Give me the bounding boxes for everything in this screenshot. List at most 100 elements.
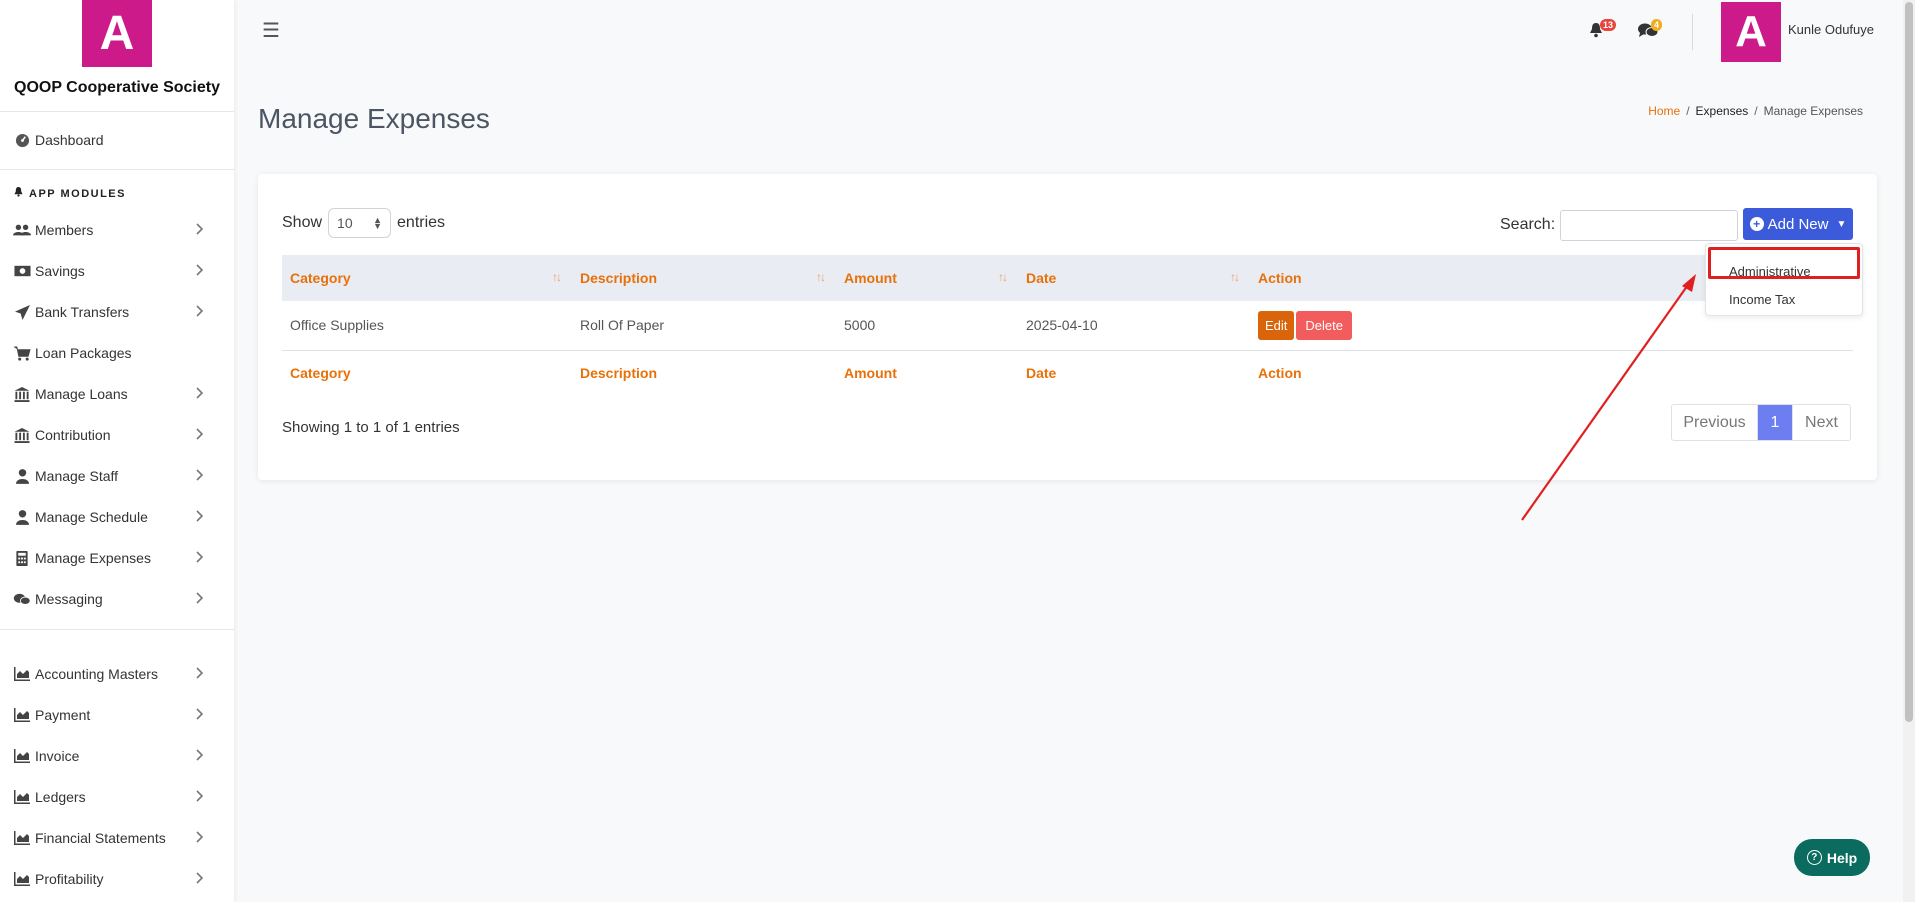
add-new-button[interactable]: + Add New ▼	[1743, 208, 1853, 240]
sidebar-divider	[0, 629, 234, 630]
calculator-icon	[13, 550, 31, 566]
sidebar-item-manage-loans[interactable]: Manage Loans	[0, 374, 234, 414]
sidebar-item-label: Profitability	[35, 871, 104, 887]
chevron-right-icon	[196, 386, 204, 402]
page-scrollbar[interactable]	[1903, 0, 1915, 902]
avatar[interactable]: A	[1721, 2, 1781, 62]
sidebar-item-members[interactable]: Members	[0, 210, 234, 250]
cell-amount: 5000	[844, 317, 876, 334]
sidebar-item-payment[interactable]: Payment	[0, 695, 234, 735]
scrollbar-thumb[interactable]	[1905, 2, 1913, 722]
cart-icon	[13, 345, 31, 361]
user-icon	[13, 468, 31, 484]
sidebar-item-messaging[interactable]: Messaging	[0, 579, 234, 619]
messages-icon[interactable]: 4	[1637, 19, 1663, 42]
sidebar-item-label: Ledgers	[35, 789, 86, 805]
chevron-right-icon	[196, 263, 204, 279]
chart-area-icon	[13, 830, 31, 846]
sidebar-item-label: Members	[35, 222, 94, 238]
sidebar-item-invoice[interactable]: Invoice	[0, 736, 234, 776]
chevron-right-icon	[196, 304, 204, 320]
brand-logo[interactable]: A	[82, 0, 152, 67]
bank-icon	[13, 427, 31, 443]
annotation-arrow	[1521, 274, 1696, 521]
page-length-control: Show 10 ▲ ▼ entries	[282, 208, 445, 238]
pagination-page-1[interactable]: 1	[1758, 405, 1792, 440]
search-input[interactable]	[1560, 210, 1738, 241]
chevron-right-icon	[196, 871, 204, 887]
sidebar-item-loan-packages[interactable]: Loan Packages	[0, 333, 234, 373]
edit-button[interactable]: Edit	[1258, 310, 1295, 340]
sidebar-item-label: Manage Staff	[35, 468, 119, 484]
chevron-right-icon	[196, 550, 204, 566]
chevron-right-icon	[196, 789, 204, 805]
question-circle-icon: ?	[1806, 850, 1822, 865]
sidebar-item-ledgers[interactable]: Ledgers	[0, 777, 234, 817]
sidebar-item-label: Financial Statements	[35, 830, 166, 846]
page-title: Manage Expenses	[258, 103, 490, 134]
annotation-highlight-box	[1708, 247, 1860, 279]
sidebar-item-label: Payment	[35, 707, 91, 723]
sidebar: A QOOP Cooperative Society Dashboard APP…	[0, 0, 234, 902]
sidebar-item-label: Contribution	[35, 427, 111, 443]
sort-icon: ↑↓	[998, 270, 1008, 284]
delete-button[interactable]: Delete	[1296, 310, 1352, 340]
sort-icon: ↑↓	[552, 270, 562, 284]
bell-icon	[14, 187, 23, 200]
chevron-right-icon	[196, 222, 204, 238]
sort-updown-icon: ▲ ▼	[373, 215, 383, 231]
comments-icon	[13, 591, 31, 607]
sidebar-item-manage-schedule[interactable]: Manage Schedule	[0, 497, 234, 537]
pagination-next[interactable]: Next	[1792, 405, 1850, 440]
notifications-icon[interactable]: 13	[1588, 19, 1617, 42]
money-icon	[13, 263, 31, 279]
column-header-description[interactable]: Description ↑↓	[572, 255, 836, 301]
sidebar-item-contribution[interactable]: Contribution	[0, 415, 234, 455]
breadcrumb-current: Manage Expenses	[1763, 104, 1863, 118]
footer-date: Date	[1026, 365, 1057, 382]
menu-toggle-icon[interactable]: ☰	[262, 18, 280, 43]
page-length-select[interactable]: 10 ▲ ▼	[328, 208, 392, 238]
sidebar-divider	[0, 169, 234, 170]
cell-category: Office Supplies	[290, 317, 384, 334]
chart-area-icon	[13, 748, 31, 764]
column-header-category[interactable]: Category ↑↓	[282, 255, 572, 301]
cell-description: Roll Of Paper	[580, 317, 665, 334]
chart-area-icon	[13, 871, 31, 887]
breadcrumb-expenses-link[interactable]: Expenses	[1696, 104, 1749, 118]
notifications-badge: 13	[1600, 19, 1617, 31]
entries-label: entries	[397, 214, 446, 231]
sidebar-item-profitability[interactable]: Profitability	[0, 859, 234, 899]
paper-plane-icon	[13, 304, 31, 320]
column-header-amount[interactable]: Amount ↑↓	[836, 255, 1018, 301]
sidebar-item-accounting-masters[interactable]: Accounting Masters	[0, 654, 234, 694]
chevron-right-icon	[196, 468, 204, 484]
brand: A QOOP Cooperative Society	[0, 0, 234, 112]
sidebar-item-bank-transfers[interactable]: Bank Transfers	[0, 292, 234, 332]
sidebar-item-label: Savings	[35, 263, 85, 279]
chevron-right-icon	[196, 666, 204, 682]
dropdown-item-income-tax[interactable]: Income Tax	[1729, 292, 1795, 307]
breadcrumb-home-link[interactable]: Home	[1648, 104, 1680, 118]
sidebar-item-label: Bank Transfers	[35, 304, 130, 320]
sidebar-item-label: Manage Loans	[35, 386, 128, 402]
brand-name[interactable]: QOOP Cooperative Society	[0, 79, 234, 97]
search-label: Search:	[1500, 216, 1556, 233]
user-name[interactable]: Kunle Odufuye	[1788, 22, 1874, 37]
breadcrumb: Home / Expenses / Manage Expenses	[1648, 104, 1863, 118]
chart-area-icon	[13, 789, 31, 805]
chevron-right-icon	[196, 591, 204, 607]
sidebar-item-dashboard[interactable]: Dashboard	[0, 120, 234, 160]
dashboard-icon	[13, 132, 31, 148]
table-info: Showing 1 to 1 of 1 entries	[282, 419, 460, 436]
sidebar-item-label: Invoice	[35, 748, 80, 764]
footer-description: Description	[580, 365, 658, 382]
column-header-date[interactable]: Date ↑↓	[1018, 255, 1250, 301]
sidebar-item-savings[interactable]: Savings	[0, 251, 234, 291]
chevron-right-icon	[196, 509, 204, 525]
sort-icon: ↑↓	[816, 270, 826, 284]
sidebar-item-manage-staff[interactable]: Manage Staff	[0, 456, 234, 496]
help-button[interactable]: ? Help	[1794, 839, 1870, 876]
sidebar-item-financial-statements[interactable]: Financial Statements	[0, 818, 234, 858]
sidebar-item-manage-expenses[interactable]: Manage Expenses	[0, 538, 234, 578]
